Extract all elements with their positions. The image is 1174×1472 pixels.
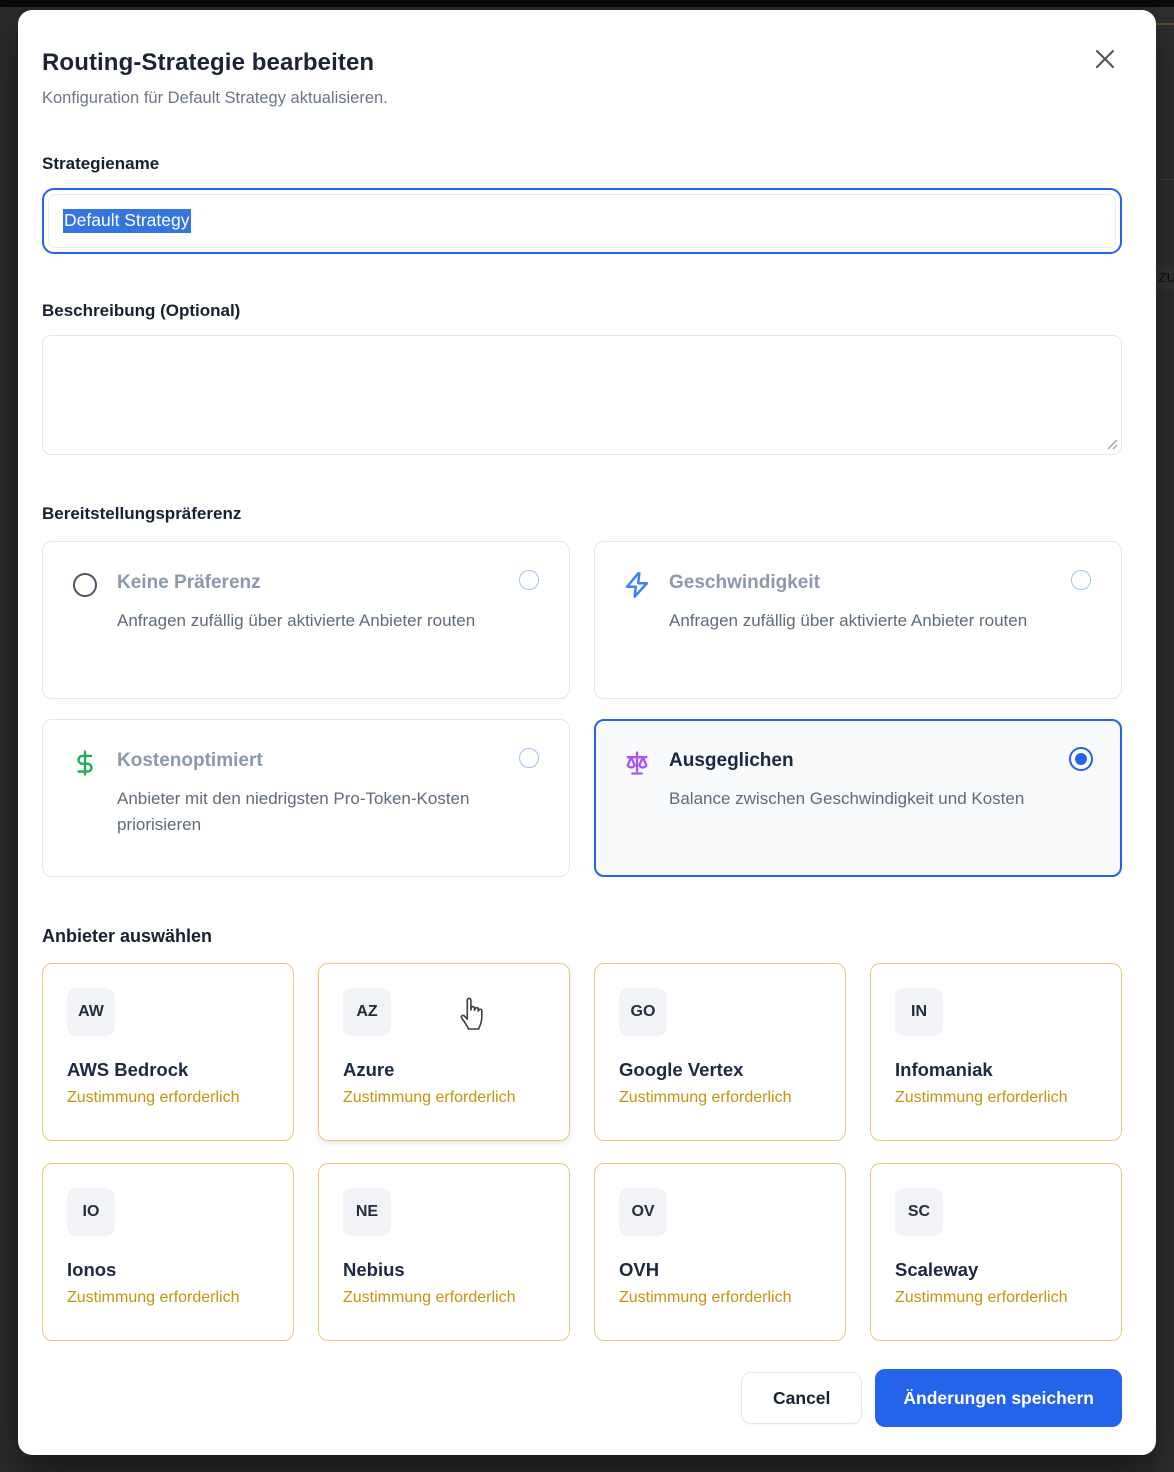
provider-consent-status: Zustimmung erforderlich — [67, 1289, 269, 1307]
strategy-name-input-focus-ring: Default Strategy — [42, 188, 1122, 254]
zap-icon — [623, 571, 651, 599]
circle-icon — [71, 571, 99, 599]
provider-consent-status: Zustimmung erforderlich — [895, 1289, 1097, 1307]
deployment-preference-label: Bereitstellungspräferenz — [42, 503, 1122, 525]
provider-name: AWS Bedrock — [67, 1059, 269, 1081]
preference-description: Anbieter mit den niedrigsten Pro-Token-K… — [117, 786, 527, 838]
radio-unselected-icon[interactable] — [519, 570, 539, 590]
providers-grid: AW AWS Bedrock Zustimmung erforderlich AZ Az… — [42, 963, 1122, 1341]
preference-description: Anfragen zufällig über aktivierte Anbiet… — [117, 608, 527, 634]
edit-routing-strategy-dialog: Routing-Strategie bearbeiten Konfigurati… — [18, 10, 1156, 1455]
preference-title: Keine Präferenz — [117, 571, 541, 595]
provider-consent-status: Zustimmung erforderlich — [67, 1089, 269, 1107]
select-providers-label: Anbieter auswählen — [42, 925, 1122, 947]
preference-option-speed[interactable]: Geschwindigkeit Anfragen zufällig über ak… — [594, 541, 1122, 699]
preference-title: Geschwindigkeit — [669, 571, 1093, 595]
provider-consent-status: Zustimmung erforderlich — [619, 1089, 821, 1107]
selected-input-text: Default Strategy — [63, 209, 191, 233]
preference-description: Balance zwischen Geschwindigkeit und Kos… — [669, 786, 1079, 812]
provider-initials-badge: IO — [67, 1188, 115, 1236]
strategy-name-input[interactable]: Default Strategy — [48, 194, 1116, 248]
scale-icon — [623, 749, 651, 777]
provider-name: Ionos — [67, 1259, 269, 1281]
provider-name: Google Vertex — [619, 1059, 821, 1081]
provider-card-infomaniak[interactable]: IN Infomaniak Zustimmung erforderlich — [870, 963, 1122, 1141]
provider-consent-status: Zustimmung erforderlich — [895, 1089, 1097, 1107]
preference-title: Kostenoptimiert — [117, 749, 541, 773]
save-changes-button[interactable]: Änderungen speichern — [875, 1369, 1122, 1427]
radio-unselected-icon[interactable] — [1071, 570, 1091, 590]
provider-name: Scaleway — [895, 1259, 1097, 1281]
strategy-name-label: Strategiename — [42, 153, 1122, 175]
close-icon[interactable] — [1092, 46, 1118, 72]
provider-card-google-vertex[interactable]: GO Google Vertex Zustimmung erforderlich — [594, 963, 846, 1141]
radio-unselected-icon[interactable] — [519, 748, 539, 768]
description-label: Beschreibung (Optional) — [42, 300, 1122, 322]
preference-option-none[interactable]: Keine Präferenz Anfragen zufällig über ak… — [42, 541, 570, 699]
provider-initials-badge: NE — [343, 1188, 391, 1236]
preference-description: Anfragen zufällig über aktivierte Anbiet… — [669, 608, 1079, 634]
provider-consent-status: Zustimmung erforderlich — [343, 1289, 545, 1307]
dialog-footer: Cancel Änderungen speichern — [42, 1369, 1122, 1427]
background-text-fragment: zu — [1157, 265, 1174, 289]
preference-option-balanced[interactable]: Ausgeglichen Balance zwischen Geschwindig… — [594, 719, 1122, 877]
cancel-button[interactable]: Cancel — [741, 1372, 862, 1424]
provider-initials-badge: AW — [67, 988, 115, 1036]
description-textarea[interactable] — [42, 335, 1122, 455]
provider-consent-status: Zustimmung erforderlich — [619, 1289, 821, 1307]
provider-name: OVH — [619, 1259, 821, 1281]
window-top-bar — [0, 0, 1174, 7]
provider-consent-status: Zustimmung erforderlich — [343, 1089, 545, 1107]
provider-name: Infomaniak — [895, 1059, 1097, 1081]
provider-card-azure[interactable]: AZ Azure Zustimmung erforderlich — [318, 963, 570, 1141]
radio-selected-icon[interactable] — [1069, 747, 1093, 771]
preference-options-grid: Keine Präferenz Anfragen zufällig über ak… — [42, 541, 1122, 877]
dollar-icon — [71, 749, 99, 777]
dialog-subtitle: Konfiguration für Default Strategy aktua… — [42, 87, 1122, 109]
page-background: zu Routing-Strategie bearbeiten Konfigur… — [0, 0, 1174, 1472]
provider-name: Azure — [343, 1059, 545, 1081]
provider-initials-badge: GO — [619, 988, 667, 1036]
dimmed-page-background: zu — [1156, 7, 1174, 1472]
provider-initials-badge: IN — [895, 988, 943, 1036]
preference-option-cost[interactable]: Kostenoptimiert Anbieter mit den niedrigs… — [42, 719, 570, 877]
provider-card-scaleway[interactable]: SC Scaleway Zustimmung erforderlich — [870, 1163, 1122, 1341]
preference-title: Ausgeglichen — [669, 749, 1093, 773]
provider-initials-badge: AZ — [343, 988, 391, 1036]
description-field-wrap — [42, 335, 1122, 455]
provider-card-nebius[interactable]: NE Nebius Zustimmung erforderlich — [318, 1163, 570, 1341]
provider-card-ovh[interactable]: OV OVH Zustimmung erforderlich — [594, 1163, 846, 1341]
provider-card-aws-bedrock[interactable]: AW AWS Bedrock Zustimmung erforderlich — [42, 963, 294, 1141]
resize-grip-icon[interactable] — [1106, 438, 1118, 450]
background-divider — [1156, 23, 1174, 25]
background-divider — [1156, 179, 1174, 180]
dialog-title: Routing-Strategie bearbeiten — [42, 48, 1122, 78]
provider-name: Nebius — [343, 1259, 545, 1281]
provider-card-ionos[interactable]: IO Ionos Zustimmung erforderlich — [42, 1163, 294, 1341]
provider-initials-badge: OV — [619, 1188, 667, 1236]
provider-initials-badge: SC — [895, 1188, 943, 1236]
